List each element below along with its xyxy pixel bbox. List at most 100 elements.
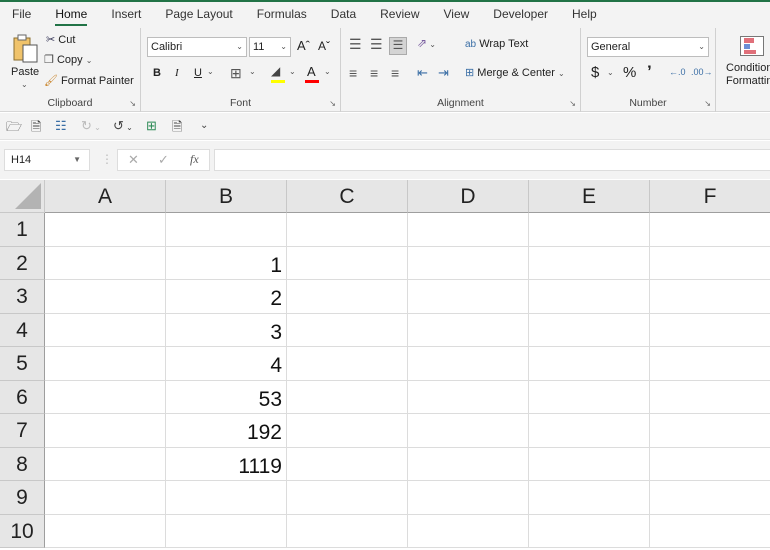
cell-a7[interactable]	[45, 414, 166, 448]
cell-d7[interactable]	[408, 414, 529, 448]
percent-button[interactable]: %	[623, 64, 636, 81]
cell-b5[interactable]: 4	[166, 347, 287, 381]
fill-dropdown-icon[interactable]: ⌄	[289, 67, 296, 76]
paste-dropdown-icon[interactable]: ⌄	[21, 80, 28, 89]
tab-page-layout[interactable]: Page Layout	[153, 2, 244, 28]
cell-a1[interactable]	[45, 213, 166, 247]
decrease-decimal-icon[interactable]: .00→	[691, 67, 713, 77]
cell-b6[interactable]: 53	[166, 380, 287, 414]
font-color-dropdown-icon[interactable]: ⌄	[324, 67, 331, 76]
row-header-7[interactable]: 7	[0, 414, 45, 448]
currency-button[interactable]: $	[591, 64, 599, 81]
comma-style-button[interactable]: ’	[647, 62, 652, 82]
tab-data[interactable]: Data	[319, 2, 368, 28]
formula-input[interactable]	[214, 149, 770, 171]
cell-b2[interactable]: 1	[166, 246, 287, 280]
cell-c3[interactable]	[287, 280, 408, 314]
fill-color-button[interactable]: ◢	[271, 64, 280, 78]
currency-dropdown-icon[interactable]: ⌄	[607, 68, 614, 77]
cell-c1[interactable]	[287, 213, 408, 247]
align-left-icon[interactable]: ≡	[349, 65, 357, 81]
cell-b8[interactable]: 1119	[166, 447, 287, 481]
cell-f6[interactable]	[650, 381, 770, 414]
shrink-font-button[interactable]: Aˇ	[318, 39, 330, 53]
align-bottom-icon[interactable]: ☰	[389, 37, 407, 55]
bold-button[interactable]: B	[153, 67, 161, 79]
customize-toolbar-icon[interactable]: ⌄	[200, 120, 208, 131]
cell-c4[interactable]	[287, 313, 408, 347]
tab-home[interactable]: Home	[43, 2, 99, 28]
conditional-formatting-button[interactable]: Conditional Formatting	[722, 32, 770, 92]
row-header-9[interactable]: 9	[0, 481, 45, 515]
orientation-icon[interactable]: ⇗ ⌄	[417, 36, 436, 50]
cell-d5[interactable]	[408, 347, 529, 381]
underline-dropdown-icon[interactable]: ⌄	[207, 67, 214, 76]
column-header-f[interactable]: F	[650, 180, 770, 213]
column-header-b[interactable]: B	[166, 180, 287, 213]
cell-c9[interactable]	[287, 481, 408, 515]
redo-icon[interactable]: ↻ ⌄	[81, 118, 101, 134]
cell-a4[interactable]	[45, 313, 166, 347]
row-header-4[interactable]: 4	[0, 313, 45, 347]
underline-button[interactable]: U	[194, 67, 202, 79]
tab-insert[interactable]: Insert	[99, 2, 153, 28]
row-header-5[interactable]: 5	[0, 347, 45, 381]
clipboard-launcher-icon[interactable]: ↘	[129, 99, 136, 108]
tab-help[interactable]: Help	[560, 2, 609, 28]
tab-view[interactable]: View	[432, 2, 482, 28]
cell-a10[interactable]	[45, 514, 166, 548]
new-file-icon[interactable]: 🗎	[31, 118, 41, 140]
font-size-select[interactable]: 11 ⌄	[249, 37, 291, 57]
cell-c7[interactable]	[287, 414, 408, 448]
tab-developer[interactable]: Developer	[481, 2, 560, 28]
font-name-select[interactable]: Calibri ⌄	[147, 37, 247, 57]
cell-e1[interactable]	[529, 213, 650, 247]
borders-dropdown-icon[interactable]: ⌄	[249, 67, 256, 76]
paste-button[interactable]: Paste ⌄	[8, 32, 44, 92]
cell-e3[interactable]	[529, 280, 650, 314]
row-header-10[interactable]: 10	[0, 514, 45, 548]
cell-c6[interactable]	[287, 380, 408, 414]
cell-a5[interactable]	[45, 347, 166, 381]
tab-formulas[interactable]: Formulas	[245, 2, 319, 28]
number-format-select[interactable]: General ⌄	[587, 37, 709, 57]
cell-a2[interactable]	[45, 246, 166, 280]
cell-d8[interactable]	[408, 447, 529, 481]
cell-b10[interactable]	[166, 514, 287, 548]
cell-a3[interactable]	[45, 280, 166, 314]
increase-indent-icon[interactable]: ⇥	[438, 65, 449, 81]
decrease-indent-icon[interactable]: ⇤	[417, 65, 428, 81]
font-launcher-icon[interactable]: ↘	[329, 99, 336, 108]
refresh-icon[interactable]: ⊞	[146, 118, 157, 134]
alignment-launcher-icon[interactable]: ↘	[569, 99, 576, 108]
format-painter-button[interactable]: 🖌 Format Painter	[44, 74, 134, 87]
undo-icon[interactable]: ↺ ⌄	[113, 118, 133, 134]
cell-f1[interactable]	[650, 213, 770, 247]
cell-c8[interactable]	[287, 447, 408, 481]
cell-e9[interactable]	[529, 481, 650, 515]
row-header-3[interactable]: 3	[0, 280, 45, 314]
copy-button[interactable]: ❐ Copy ⌄	[44, 53, 92, 66]
open-icon[interactable]: 🗁	[6, 118, 22, 140]
cell-f10[interactable]	[650, 515, 770, 548]
cell-e10[interactable]	[529, 514, 650, 548]
cell-d1[interactable]	[408, 213, 529, 247]
cell-d10[interactable]	[408, 514, 529, 548]
enter-icon[interactable]: ✓	[158, 152, 169, 168]
row-header-2[interactable]: 2	[0, 246, 45, 280]
name-box[interactable]: H14 ▼	[4, 149, 90, 171]
column-header-d[interactable]: D	[408, 180, 529, 213]
select-all-button[interactable]	[0, 180, 45, 213]
cell-d6[interactable]	[408, 380, 529, 414]
align-right-icon[interactable]: ≡	[391, 65, 399, 81]
cell-c5[interactable]	[287, 347, 408, 381]
cell-b3[interactable]: 2	[166, 280, 287, 314]
cell-a8[interactable]	[45, 447, 166, 481]
row-header-6[interactable]: 6	[0, 380, 45, 414]
insert-function-icon[interactable]: fx	[190, 152, 199, 167]
align-top-icon[interactable]: ☰	[349, 36, 362, 53]
cell-b9[interactable]	[166, 481, 287, 515]
increase-decimal-icon[interactable]: ←.0	[669, 67, 686, 77]
cell-e4[interactable]	[529, 313, 650, 347]
hierarchy-icon[interactable]: ☷	[55, 118, 67, 134]
